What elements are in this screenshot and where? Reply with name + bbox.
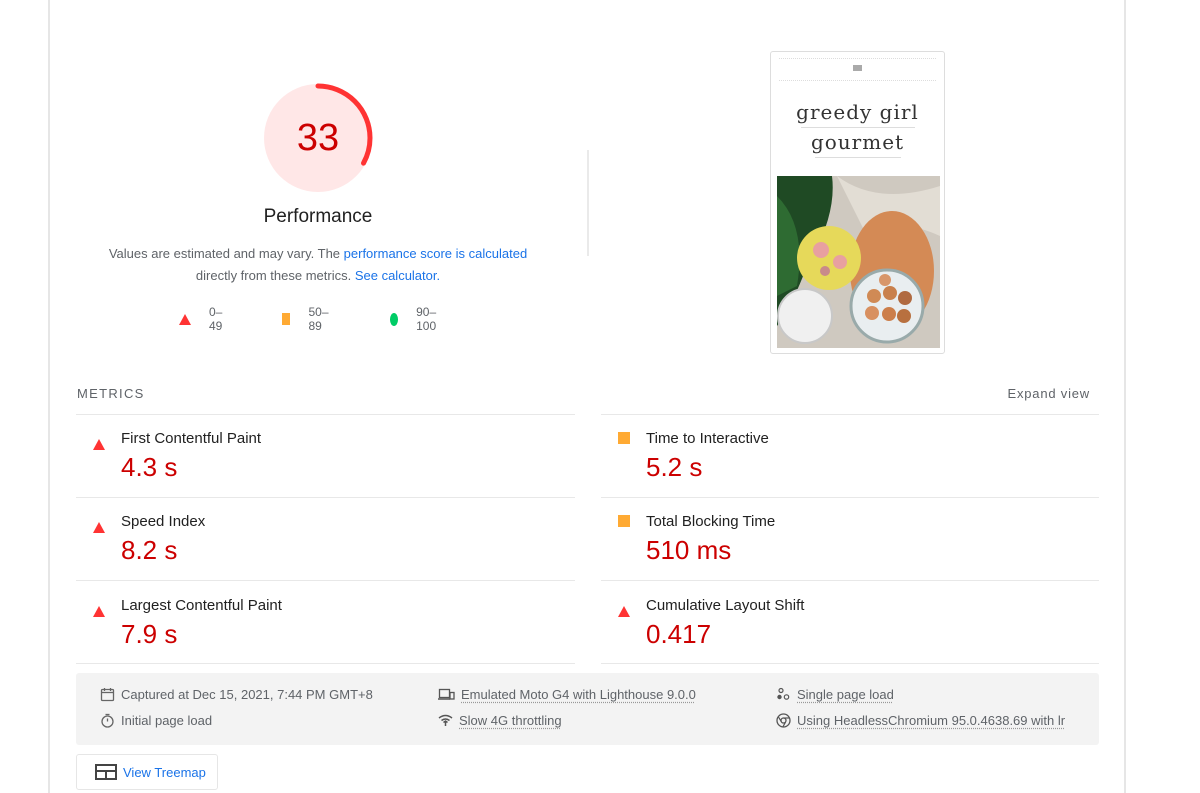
legend-label: 0–49 bbox=[209, 305, 223, 333]
metric-time-to-interactive: Time to Interactive 5.2 s bbox=[601, 415, 1101, 497]
legend-label: 90–100 bbox=[416, 305, 437, 333]
metrics-section-label: METRICS bbox=[77, 386, 145, 401]
score-calculated-link[interactable]: performance score is calculated bbox=[344, 246, 528, 261]
metric-value: 8.2 s bbox=[121, 535, 178, 565]
devices-icon bbox=[438, 688, 455, 700]
chrome-icon bbox=[776, 713, 791, 728]
metric-value: 5.2 s bbox=[646, 452, 703, 482]
fail-triangle-icon bbox=[93, 606, 105, 617]
captured-at-text: Captured at Dec 15, 2021, 7:44 PM GMT+8 bbox=[121, 687, 373, 702]
triangle-icon bbox=[179, 313, 191, 325]
see-calculator-link[interactable]: See calculator. bbox=[355, 268, 440, 283]
expand-view-toggle[interactable]: Expand view bbox=[1007, 386, 1090, 401]
description-middle: directly from these metrics. bbox=[195, 268, 355, 283]
description-prefix: Values are estimated and may vary. The bbox=[108, 246, 344, 261]
network-throttling-text[interactable]: Slow 4G throttling bbox=[459, 713, 562, 728]
divider bbox=[815, 157, 901, 158]
circle-icon bbox=[390, 312, 399, 326]
divider bbox=[801, 127, 915, 128]
divider bbox=[76, 580, 575, 581]
metric-value: 510 ms bbox=[646, 535, 732, 565]
metric-value: 0.417 bbox=[646, 619, 712, 649]
metric-name: Speed Index bbox=[121, 513, 206, 530]
metric-largest-contentful-paint: Largest Contentful Paint 7.9 s bbox=[76, 582, 576, 664]
divider bbox=[779, 80, 936, 81]
metric-first-contentful-paint: First Contentful Paint 4.3 s bbox=[76, 415, 576, 497]
runtime-settings: Captured at Dec 15, 2021, 7:44 PM GMT+8 … bbox=[76, 673, 1099, 745]
average-square-icon bbox=[618, 515, 630, 527]
initial-page-load: Initial page load bbox=[100, 713, 212, 728]
food-photo bbox=[777, 176, 940, 348]
stopwatch-icon bbox=[101, 713, 114, 728]
average-square-icon bbox=[618, 432, 630, 444]
network-throttling[interactable]: Slow 4G throttling bbox=[438, 713, 562, 728]
final-screenshot[interactable]: greedy girl gourmet bbox=[770, 51, 945, 354]
calendar-icon bbox=[100, 688, 115, 702]
gauge-title: Performance bbox=[263, 206, 373, 227]
legend-fail: 0–49 bbox=[179, 305, 222, 333]
metric-value: 7.9 s bbox=[121, 619, 178, 649]
vertical-divider bbox=[587, 150, 589, 256]
captured-at: Captured at Dec 15, 2021, 7:44 PM GMT+8 bbox=[100, 687, 373, 702]
divider bbox=[601, 580, 1099, 581]
brand-line-2: gourmet bbox=[810, 130, 905, 154]
metric-cumulative-layout-shift: Cumulative Layout Shift 0.417 bbox=[601, 582, 1101, 664]
metric-name: Largest Contentful Paint bbox=[121, 597, 282, 614]
legend-pass: 90–100 bbox=[390, 305, 441, 333]
menu-icon bbox=[853, 65, 862, 71]
divider bbox=[76, 663, 575, 664]
score-description: Values are estimated and may vary. The p… bbox=[80, 243, 556, 287]
metric-name: Total Blocking Time bbox=[646, 513, 776, 530]
fail-triangle-icon bbox=[93, 522, 105, 533]
square-icon bbox=[282, 313, 291, 325]
legend-label: 50–89 bbox=[308, 305, 329, 333]
view-treemap-label: View Treemap bbox=[123, 764, 206, 780]
metric-name: First Contentful Paint bbox=[121, 430, 262, 447]
single-page-load[interactable]: Single page load bbox=[776, 687, 894, 702]
browser-info-text[interactable]: Using HeadlessChromium 95.0.4638.69 with… bbox=[797, 713, 1065, 728]
fail-triangle-icon bbox=[93, 439, 105, 450]
nodes-icon bbox=[777, 687, 790, 700]
emulated-device-text[interactable]: Emulated Moto G4 with Lighthouse 9.0.0 bbox=[461, 687, 696, 702]
metric-name: Time to Interactive bbox=[646, 430, 769, 447]
single-page-load-text[interactable]: Single page load bbox=[797, 687, 894, 702]
divider bbox=[601, 663, 1099, 664]
metric-total-blocking-time: Total Blocking Time 510 ms bbox=[601, 498, 1101, 580]
performance-gauge[interactable]: 33 bbox=[262, 82, 374, 194]
metric-name: Cumulative Layout Shift bbox=[646, 597, 805, 614]
emulated-device[interactable]: Emulated Moto G4 with Lighthouse 9.0.0 bbox=[438, 687, 696, 702]
treemap-icon bbox=[95, 764, 117, 780]
wifi-icon bbox=[438, 714, 453, 726]
divider bbox=[779, 58, 936, 59]
gauge-score: 33 bbox=[296, 117, 340, 159]
view-treemap-button[interactable]: View Treemap bbox=[76, 754, 218, 790]
brand-line-1: greedy girl bbox=[796, 100, 919, 124]
legend-average: 50–89 bbox=[282, 305, 332, 333]
browser-info[interactable]: Using HeadlessChromium 95.0.4638.69 with… bbox=[776, 713, 1065, 728]
initial-page-load-text: Initial page load bbox=[121, 713, 213, 728]
metric-value: 4.3 s bbox=[121, 452, 178, 482]
metric-speed-index: Speed Index 8.2 s bbox=[76, 498, 576, 580]
fail-triangle-icon bbox=[618, 606, 630, 617]
